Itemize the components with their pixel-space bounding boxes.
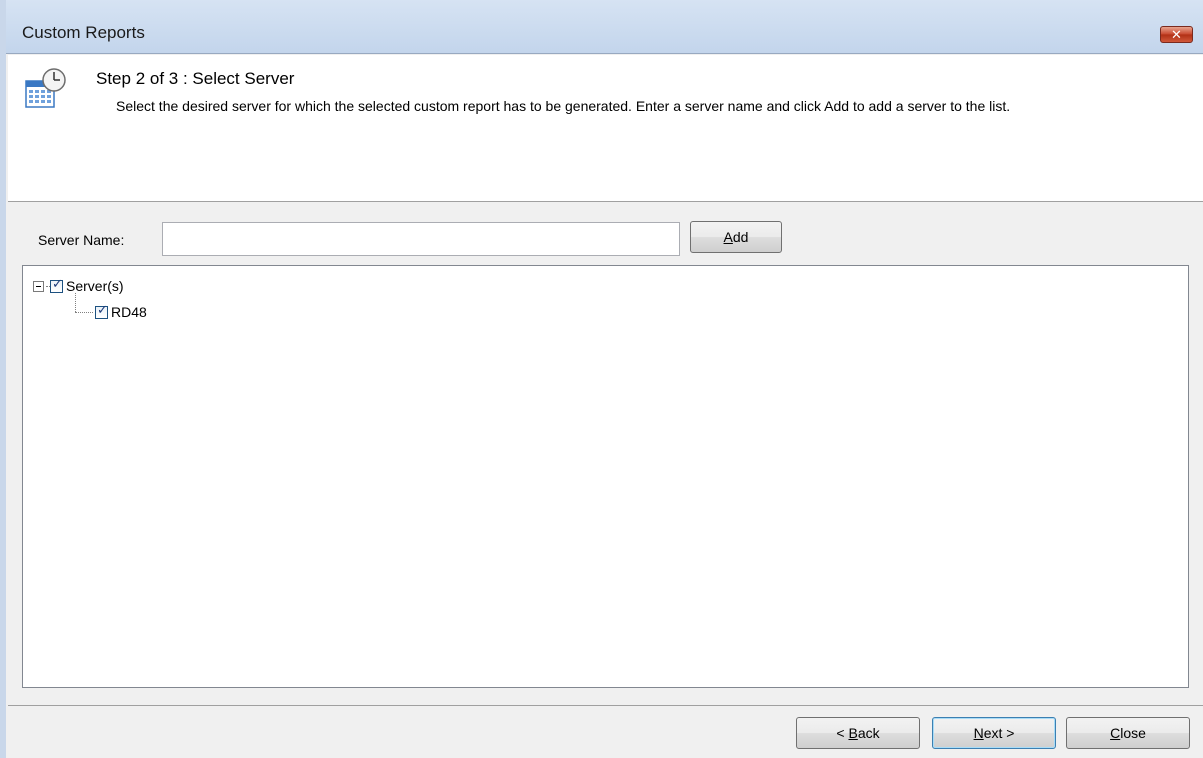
tree-connector-child xyxy=(75,312,93,313)
add-button-mnemonic: A xyxy=(723,229,733,245)
step-description: Select the desired server for which the … xyxy=(116,98,1011,114)
close-button[interactable]: Close xyxy=(1066,717,1190,749)
back-button[interactable]: < Back xyxy=(796,717,920,749)
step-header: Step 2 of 3 : Select Server Select the d… xyxy=(8,55,1203,202)
calendar-clock-icon xyxy=(25,68,66,108)
next-button-mnemonic: N xyxy=(973,725,984,741)
footer-divider xyxy=(8,705,1203,706)
close-button-label: lose xyxy=(1120,725,1146,741)
next-button-label: ext > xyxy=(983,725,1015,741)
back-button-prefix: < xyxy=(836,725,849,741)
window-title: Custom Reports xyxy=(22,23,145,42)
add-button-label: dd xyxy=(732,229,749,245)
rd48-label: RD48 xyxy=(111,304,147,320)
title-bar[interactable]: Custom Reports ✕ xyxy=(6,0,1203,54)
close-button-mnemonic: C xyxy=(1110,725,1121,741)
tree-connector-vertical xyxy=(75,293,76,312)
servers-checkbox[interactable] xyxy=(50,277,63,293)
tree-node-rd48[interactable]: RD48 xyxy=(95,302,147,322)
window-left-edge xyxy=(0,0,6,758)
custom-reports-window: Custom Reports ✕ Step 2 of 3 : Select Se… xyxy=(0,0,1203,758)
server-name-input[interactable] xyxy=(162,222,680,256)
rd48-checkbox[interactable] xyxy=(95,303,108,319)
servers-label: Server(s) xyxy=(66,278,124,294)
collapse-icon[interactable] xyxy=(33,280,44,292)
back-button-mnemonic: B xyxy=(848,725,858,741)
server-tree[interactable]: Server(s) RD48 xyxy=(22,265,1189,688)
next-button[interactable]: Next > xyxy=(932,717,1056,749)
step-title: Step 2 of 3 : Select Server xyxy=(96,69,295,88)
server-name-label: Server Name: xyxy=(38,232,125,248)
close-icon: ✕ xyxy=(1171,27,1182,42)
back-button-label: ack xyxy=(857,725,880,741)
add-button[interactable]: Add xyxy=(690,221,782,253)
tree-node-root[interactable]: Server(s) xyxy=(33,276,124,296)
window-close-button[interactable]: ✕ xyxy=(1160,26,1193,43)
